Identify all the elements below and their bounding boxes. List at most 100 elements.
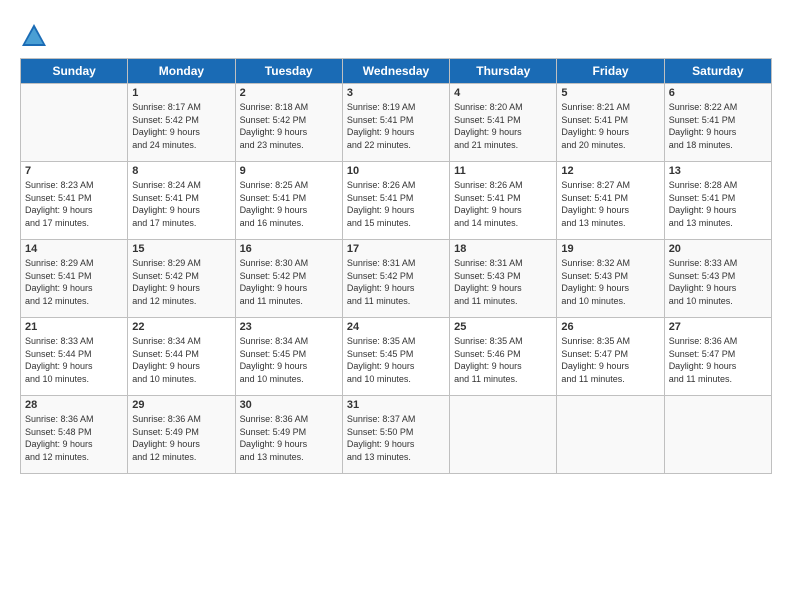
day-info: Sunrise: 8:35 AM Sunset: 5:47 PM Dayligh… bbox=[561, 335, 659, 385]
day-number: 24 bbox=[347, 321, 445, 333]
calendar-cell: 3 Sunrise: 8:19 AM Sunset: 5:41 PM Daylig… bbox=[342, 84, 449, 162]
calendar-cell: 26 Sunrise: 8:35 AM Sunset: 5:47 PM Dayli… bbox=[557, 318, 664, 396]
day-info: Sunrise: 8:29 AM Sunset: 5:42 PM Dayligh… bbox=[132, 257, 230, 307]
calendar-cell: 11Sunrise: 8:26 AM Sunset: 5:41 PM Dayli… bbox=[450, 162, 557, 240]
day-number: 29 bbox=[132, 399, 230, 411]
day-number: 25 bbox=[454, 321, 552, 333]
calendar-cell: 19 Sunrise: 8:32 AM Sunset: 5:43 PM Dayli… bbox=[557, 240, 664, 318]
day-info: Sunrise: 8:28 AM Sunset: 5:41 PM Dayligh… bbox=[669, 179, 767, 229]
day-info: Sunrise: 8:21 AM Sunset: 5:41 PM Dayligh… bbox=[561, 101, 659, 151]
calendar-cell: 13 Sunrise: 8:28 AM Sunset: 5:41 PM Dayli… bbox=[664, 162, 771, 240]
day-info: Sunrise: 8:27 AM Sunset: 5:41 PM Dayligh… bbox=[561, 179, 659, 229]
calendar-cell bbox=[21, 84, 128, 162]
day-info: Sunrise: 8:33 AM Sunset: 5:44 PM Dayligh… bbox=[25, 335, 123, 385]
day-number: 18 bbox=[454, 243, 552, 255]
day-number: 26 bbox=[561, 321, 659, 333]
week-row-5: 28 Sunrise: 8:36 AM Sunset: 5:48 PM Dayli… bbox=[21, 396, 772, 474]
day-number: 3 bbox=[347, 87, 445, 99]
day-info: Sunrise: 8:30 AM Sunset: 5:42 PM Dayligh… bbox=[240, 257, 338, 307]
day-info: Sunrise: 8:31 AM Sunset: 5:42 PM Dayligh… bbox=[347, 257, 445, 307]
header-cell-wednesday: Wednesday bbox=[342, 59, 449, 84]
calendar-table: SundayMondayTuesdayWednesdayThursdayFrid… bbox=[20, 58, 772, 474]
week-row-4: 21 Sunrise: 8:33 AM Sunset: 5:44 PM Dayli… bbox=[21, 318, 772, 396]
day-info: Sunrise: 8:36 AM Sunset: 5:49 PM Dayligh… bbox=[240, 413, 338, 463]
calendar-cell: 18 Sunrise: 8:31 AM Sunset: 5:43 PM Dayli… bbox=[450, 240, 557, 318]
calendar-cell: 27 Sunrise: 8:36 AM Sunset: 5:47 PM Dayli… bbox=[664, 318, 771, 396]
day-number: 2 bbox=[240, 87, 338, 99]
calendar-cell: 10 Sunrise: 8:26 AM Sunset: 5:41 PM Dayli… bbox=[342, 162, 449, 240]
calendar-cell: 20 Sunrise: 8:33 AM Sunset: 5:43 PM Dayli… bbox=[664, 240, 771, 318]
calendar-cell: 17 Sunrise: 8:31 AM Sunset: 5:42 PM Dayli… bbox=[342, 240, 449, 318]
day-number: 30 bbox=[240, 399, 338, 411]
calendar-cell: 15 Sunrise: 8:29 AM Sunset: 5:42 PM Dayli… bbox=[128, 240, 235, 318]
day-number: 27 bbox=[669, 321, 767, 333]
day-info: Sunrise: 8:22 AM Sunset: 5:41 PM Dayligh… bbox=[669, 101, 767, 151]
logo-icon bbox=[20, 22, 48, 50]
logo bbox=[20, 22, 52, 50]
calendar-cell: 7 Sunrise: 8:23 AM Sunset: 5:41 PM Daylig… bbox=[21, 162, 128, 240]
day-info: Sunrise: 8:36 AM Sunset: 5:47 PM Dayligh… bbox=[669, 335, 767, 385]
day-number: 20 bbox=[669, 243, 767, 255]
calendar-cell bbox=[450, 396, 557, 474]
day-info: Sunrise: 8:20 AM Sunset: 5:41 PM Dayligh… bbox=[454, 101, 552, 151]
header-cell-monday: Monday bbox=[128, 59, 235, 84]
day-number: 9 bbox=[240, 165, 338, 177]
calendar-cell: 1Sunrise: 8:17 AM Sunset: 5:42 PM Daylig… bbox=[128, 84, 235, 162]
day-number: 13 bbox=[669, 165, 767, 177]
week-row-3: 14Sunrise: 8:29 AM Sunset: 5:41 PM Dayli… bbox=[21, 240, 772, 318]
day-number: 31 bbox=[347, 399, 445, 411]
day-info: Sunrise: 8:32 AM Sunset: 5:43 PM Dayligh… bbox=[561, 257, 659, 307]
day-number: 16 bbox=[240, 243, 338, 255]
day-info: Sunrise: 8:31 AM Sunset: 5:43 PM Dayligh… bbox=[454, 257, 552, 307]
calendar-cell: 21 Sunrise: 8:33 AM Sunset: 5:44 PM Dayli… bbox=[21, 318, 128, 396]
day-number: 23 bbox=[240, 321, 338, 333]
day-info: Sunrise: 8:36 AM Sunset: 5:48 PM Dayligh… bbox=[25, 413, 123, 463]
day-number: 14 bbox=[25, 243, 123, 255]
calendar-cell: 9 Sunrise: 8:25 AM Sunset: 5:41 PM Daylig… bbox=[235, 162, 342, 240]
day-info: Sunrise: 8:18 AM Sunset: 5:42 PM Dayligh… bbox=[240, 101, 338, 151]
day-info: Sunrise: 8:34 AM Sunset: 5:45 PM Dayligh… bbox=[240, 335, 338, 385]
page: SundayMondayTuesdayWednesdayThursdayFrid… bbox=[0, 0, 792, 612]
header-cell-sunday: Sunday bbox=[21, 59, 128, 84]
day-number: 7 bbox=[25, 165, 123, 177]
day-number: 12 bbox=[561, 165, 659, 177]
day-number: 28 bbox=[25, 399, 123, 411]
calendar-cell: 28 Sunrise: 8:36 AM Sunset: 5:48 PM Dayli… bbox=[21, 396, 128, 474]
calendar-cell: 22 Sunrise: 8:34 AM Sunset: 5:44 PM Dayli… bbox=[128, 318, 235, 396]
day-number: 10 bbox=[347, 165, 445, 177]
day-number: 21 bbox=[25, 321, 123, 333]
day-number: 8 bbox=[132, 165, 230, 177]
week-row-2: 7 Sunrise: 8:23 AM Sunset: 5:41 PM Daylig… bbox=[21, 162, 772, 240]
calendar-cell bbox=[664, 396, 771, 474]
calendar-cell: 30 Sunrise: 8:36 AM Sunset: 5:49 PM Dayli… bbox=[235, 396, 342, 474]
calendar-cell bbox=[557, 396, 664, 474]
day-info: Sunrise: 8:36 AM Sunset: 5:49 PM Dayligh… bbox=[132, 413, 230, 463]
day-number: 19 bbox=[561, 243, 659, 255]
day-info: Sunrise: 8:19 AM Sunset: 5:41 PM Dayligh… bbox=[347, 101, 445, 151]
header-row: SundayMondayTuesdayWednesdayThursdayFrid… bbox=[21, 59, 772, 84]
header-cell-thursday: Thursday bbox=[450, 59, 557, 84]
day-number: 17 bbox=[347, 243, 445, 255]
calendar-cell: 24 Sunrise: 8:35 AM Sunset: 5:45 PM Dayli… bbox=[342, 318, 449, 396]
day-info: Sunrise: 8:33 AM Sunset: 5:43 PM Dayligh… bbox=[669, 257, 767, 307]
calendar-cell: 8 Sunrise: 8:24 AM Sunset: 5:41 PM Daylig… bbox=[128, 162, 235, 240]
calendar-cell: 4Sunrise: 8:20 AM Sunset: 5:41 PM Daylig… bbox=[450, 84, 557, 162]
header-cell-tuesday: Tuesday bbox=[235, 59, 342, 84]
day-info: Sunrise: 8:34 AM Sunset: 5:44 PM Dayligh… bbox=[132, 335, 230, 385]
calendar-cell: 14Sunrise: 8:29 AM Sunset: 5:41 PM Dayli… bbox=[21, 240, 128, 318]
day-number: 15 bbox=[132, 243, 230, 255]
header-cell-saturday: Saturday bbox=[664, 59, 771, 84]
calendar-cell: 2 Sunrise: 8:18 AM Sunset: 5:42 PM Daylig… bbox=[235, 84, 342, 162]
day-info: Sunrise: 8:25 AM Sunset: 5:41 PM Dayligh… bbox=[240, 179, 338, 229]
header bbox=[20, 18, 772, 50]
calendar-cell: 25Sunrise: 8:35 AM Sunset: 5:46 PM Dayli… bbox=[450, 318, 557, 396]
day-info: Sunrise: 8:35 AM Sunset: 5:45 PM Dayligh… bbox=[347, 335, 445, 385]
calendar-cell: 6 Sunrise: 8:22 AM Sunset: 5:41 PM Daylig… bbox=[664, 84, 771, 162]
day-info: Sunrise: 8:26 AM Sunset: 5:41 PM Dayligh… bbox=[347, 179, 445, 229]
day-info: Sunrise: 8:26 AM Sunset: 5:41 PM Dayligh… bbox=[454, 179, 552, 229]
day-number: 22 bbox=[132, 321, 230, 333]
header-cell-friday: Friday bbox=[557, 59, 664, 84]
day-info: Sunrise: 8:24 AM Sunset: 5:41 PM Dayligh… bbox=[132, 179, 230, 229]
day-info: Sunrise: 8:23 AM Sunset: 5:41 PM Dayligh… bbox=[25, 179, 123, 229]
day-number: 6 bbox=[669, 87, 767, 99]
